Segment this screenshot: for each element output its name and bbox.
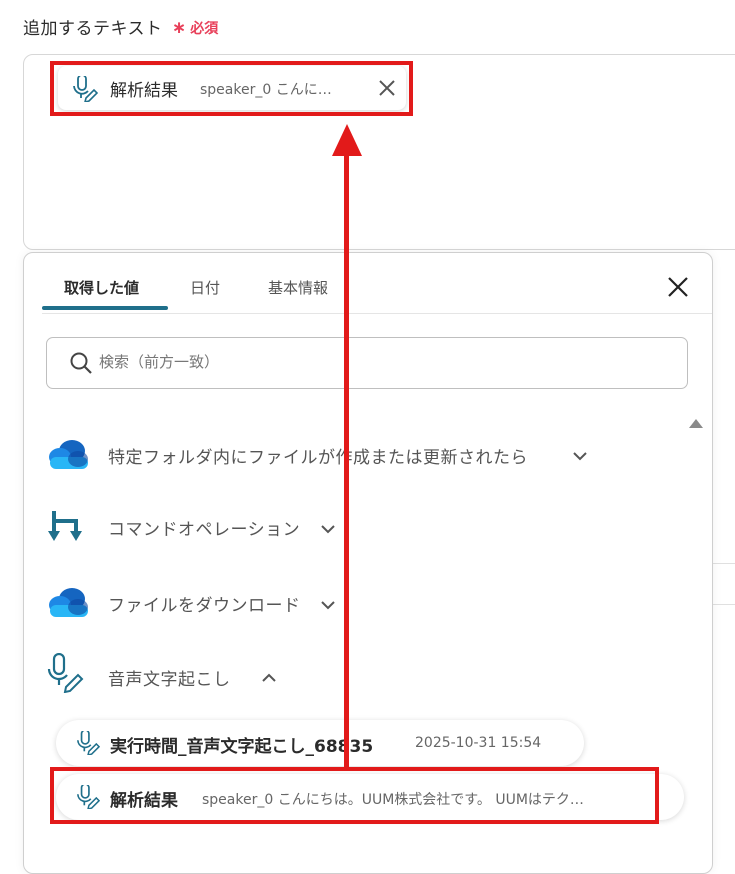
tab-basic-info[interactable]: 基本情報 [268,277,328,298]
value-picker-panel: 取得した値 日付 基本情報 特定フォルダ内にファイルが作成または更新されたら [23,252,713,874]
value-item-analysis-result[interactable]: 解析結果 speaker_0 こんにちは。UUM株式会社です。 UUMはテク… [56,774,684,820]
mic-pen-icon [77,785,100,809]
field-label: 追加するテキスト [23,19,163,39]
value-item-execution-time[interactable]: 実行時間_音声文字起こし_68835 2025-10-31 15:54 [56,720,584,766]
required-badge: ∗ 必須 [172,18,218,38]
chevron-down-icon [573,452,587,461]
active-tab-indicator [42,306,168,310]
chip-title: 解析結果 [110,81,178,101]
item-value: 2025-10-31 15:54 [415,735,542,751]
selected-value-chip[interactable]: 解析結果 speaker_0 こんに… [58,66,406,110]
section-command-operation[interactable]: コマンドオペレーション [46,505,366,555]
command-operation-icon [48,511,82,541]
section-label: 音声文字起こし [108,670,231,690]
section-label: ファイルをダウンロード [108,596,301,616]
close-icon[interactable] [667,276,689,298]
divider [712,563,735,564]
annotation-arrow-shaft [344,148,349,768]
tab-acquired-values[interactable]: 取得した値 [64,277,139,298]
mic-pen-icon [47,653,84,693]
annotation-arrow-head [332,124,362,156]
section-label: コマンドオペレーション [108,520,301,540]
onedrive-cloud-icon [49,588,88,617]
search-input[interactable] [97,352,661,372]
section-voice-transcription[interactable]: 音声文字起こし [46,653,306,703]
mic-pen-icon [77,731,100,755]
section-trigger-onedrive[interactable]: 特定フォルダ内にファイルが作成または更新されたら [46,431,606,481]
onedrive-cloud-icon [49,440,88,469]
section-label: 特定フォルダ内にファイルが作成または更新されたら [108,448,528,468]
section-download-file[interactable]: ファイルをダウンロード [46,579,366,629]
tab-date[interactable]: 日付 [190,277,220,298]
chevron-up-icon [262,673,276,682]
chevron-down-icon [321,525,335,534]
search-box[interactable] [46,337,688,389]
close-icon[interactable] [377,78,397,98]
item-title: 解析結果 [110,791,178,811]
search-icon [70,352,92,374]
required-text: 必須 [190,21,219,37]
item-value: speaker_0 こんにちは。UUM株式会社です。 UUMはテク… [202,792,584,808]
chip-value: speaker_0 こんに… [200,82,332,98]
item-title: 実行時間_音声文字起こし_68835 [110,737,374,757]
mic-pen-icon [73,76,98,102]
required-star: ∗ [172,18,187,38]
tab-divider [42,313,712,314]
scroll-up-arrow[interactable] [689,419,703,428]
divider [712,604,735,605]
chevron-down-icon [321,601,335,610]
